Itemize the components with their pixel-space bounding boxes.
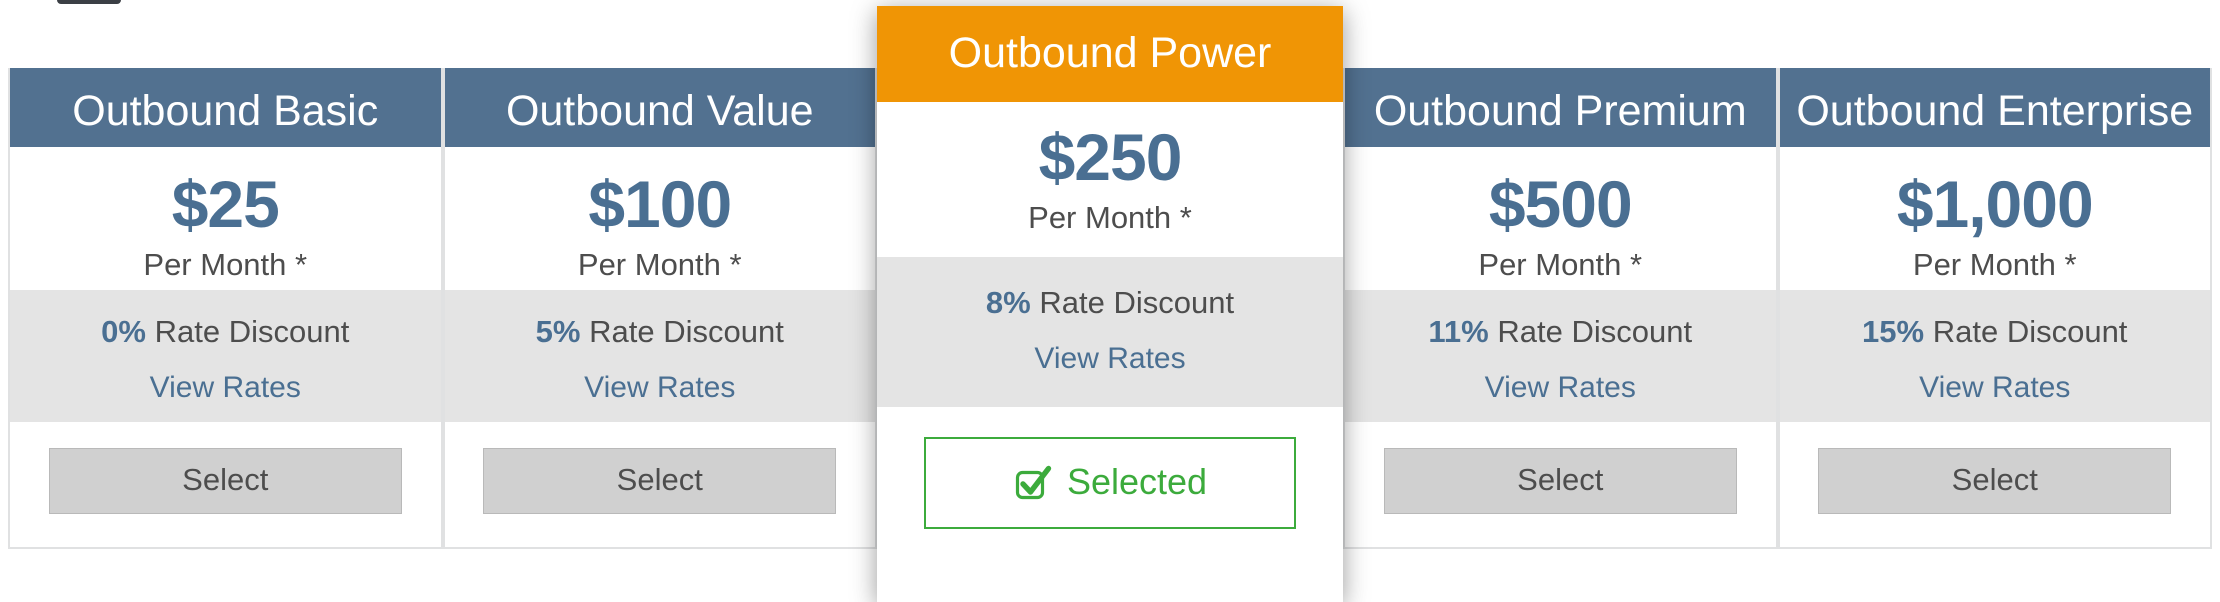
plan-title: Outbound Power <box>877 6 1343 102</box>
plan-period: Per Month * <box>143 247 308 282</box>
plan-discount-block: 0% Rate Discount View Rates <box>10 290 441 422</box>
plan-card-outbound-value[interactable]: Outbound Value $100 Per Month * 5% Rate … <box>442 68 877 549</box>
selected-button-label: Selected <box>1066 461 1208 502</box>
plan-discount-line: 15% Rate Discount <box>1780 316 2211 347</box>
plan-discount-block: 5% Rate Discount View Rates <box>444 290 876 422</box>
select-button[interactable]: Select <box>48 448 402 514</box>
checkbox-checked-icon <box>1013 462 1053 502</box>
plan-action-block: Select <box>10 422 441 547</box>
plan-price: $250 <box>1038 120 1183 194</box>
plan-card-outbound-power[interactable]: Outbound Power $250 Per Month * 8% Rate … <box>877 6 1343 602</box>
plan-discount-line: 8% Rate Discount <box>877 287 1343 318</box>
plan-price-block: $1,000 Per Month * <box>1779 147 2210 290</box>
plan-action-block: Select <box>1345 422 1776 547</box>
plan-discount-line: 5% Rate Discount <box>445 316 876 347</box>
plan-title: Outbound Value <box>444 68 875 147</box>
plan-period: Per Month * <box>577 247 742 282</box>
plan-discount-block: 15% Rate Discount View Rates <box>1779 290 2211 422</box>
plan-title: Outbound Basic <box>10 68 441 147</box>
plan-price: $500 <box>1488 167 1633 241</box>
plan-action-block: Selected <box>877 407 1343 602</box>
plan-action-block: Select <box>444 422 875 547</box>
pricing-plan-table: Outbound Basic $25 Per Month * 0% Rate D… <box>8 6 2212 602</box>
plan-discount-line: 0% Rate Discount <box>10 316 441 347</box>
plan-price: $1,000 <box>1896 167 2094 241</box>
plan-discount-percent: 8% <box>985 285 1031 320</box>
view-rates-link[interactable]: View Rates <box>1485 373 1636 403</box>
plan-card-outbound-basic[interactable]: Outbound Basic $25 Per Month * 0% Rate D… <box>8 68 443 549</box>
plan-period: Per Month * <box>1912 247 2077 282</box>
plan-action-block: Select <box>1779 422 2210 547</box>
plan-discount-percent: 11% <box>1428 314 1489 349</box>
plan-card-outbound-enterprise[interactable]: Outbound Enterprise $1,000 Per Month * 1… <box>1777 68 2212 549</box>
plan-discount-percent: 15% <box>1862 314 1925 349</box>
plan-card-outbound-premium[interactable]: Outbound Premium $500 Per Month * 11% Ra… <box>1343 68 1778 549</box>
plan-price-block: $100 Per Month * <box>444 147 875 290</box>
select-button[interactable]: Select <box>483 448 837 514</box>
view-rates-link[interactable]: View Rates <box>150 373 301 403</box>
plan-price-block: $500 Per Month * <box>1345 147 1776 290</box>
plan-title: Outbound Premium <box>1345 68 1776 147</box>
plan-discount-block: 8% Rate Discount View Rates <box>877 257 1343 407</box>
plan-discount-label: Rate Discount <box>1039 285 1235 320</box>
plan-discount-label: Rate Discount <box>1932 314 2128 349</box>
plan-discount-label: Rate Discount <box>589 314 784 349</box>
selected-button[interactable]: Selected <box>923 437 1297 529</box>
plan-price-block: $250 Per Month * <box>877 102 1343 257</box>
plan-period: Per Month * <box>1028 200 1192 235</box>
plan-discount-line: 11% Rate Discount <box>1345 316 1776 347</box>
view-rates-link[interactable]: View Rates <box>1034 344 1185 374</box>
plan-discount-label: Rate Discount <box>154 314 350 349</box>
plan-discount-label: Rate Discount <box>1497 314 1693 349</box>
plan-period: Per Month * <box>1478 247 1643 282</box>
plan-price: $25 <box>171 167 280 241</box>
plan-discount-percent: 0% <box>101 314 146 349</box>
plan-title: Outbound Enterprise <box>1779 68 2210 147</box>
plan-price-block: $25 Per Month * <box>10 147 441 290</box>
view-rates-link[interactable]: View Rates <box>1919 373 2070 403</box>
plan-discount-percent: 5% <box>535 314 581 349</box>
select-button[interactable]: Select <box>1383 448 1737 514</box>
plan-price: $100 <box>588 167 732 241</box>
select-button[interactable]: Select <box>1818 448 2172 514</box>
plan-discount-block: 11% Rate Discount View Rates <box>1345 290 1776 422</box>
clipped-top-element <box>57 0 121 4</box>
view-rates-link[interactable]: View Rates <box>584 373 735 403</box>
